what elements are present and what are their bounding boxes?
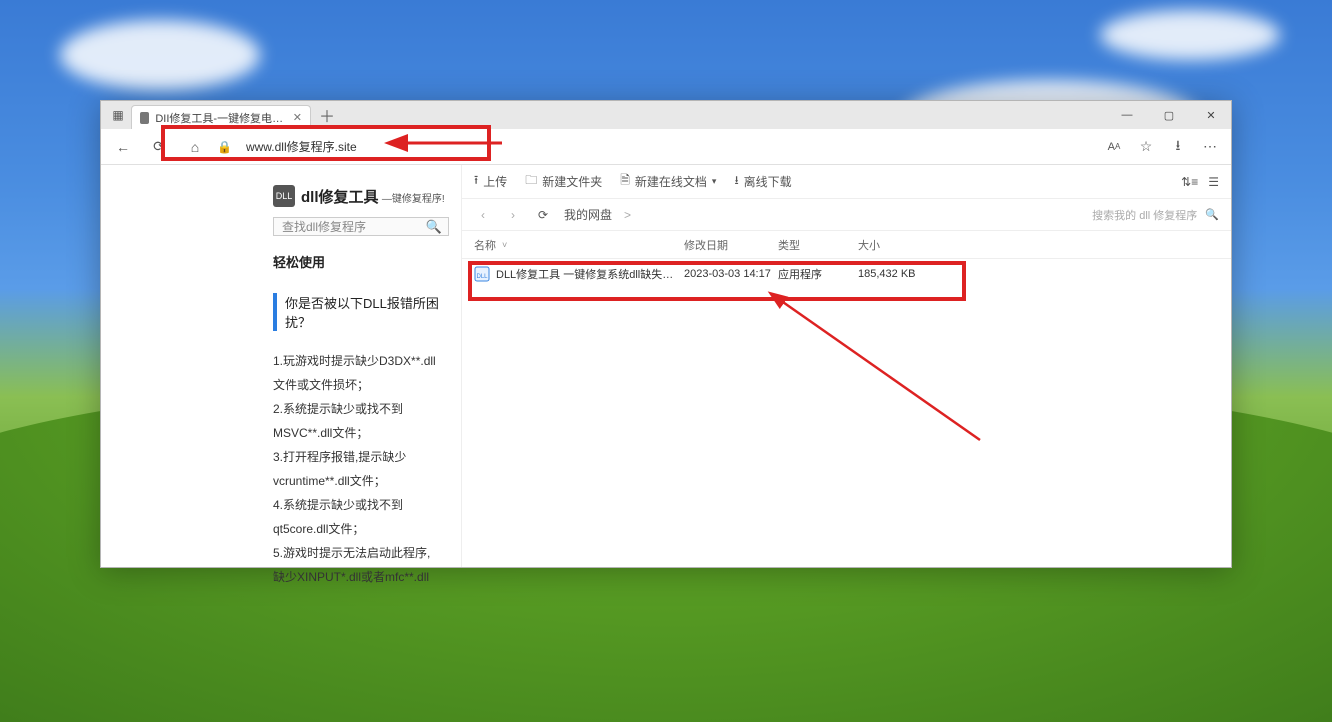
file-search-placeholder: 搜索我的 dll 修复程序 xyxy=(1092,207,1197,223)
sidebar-search-placeholder: 查找dll修复程序 xyxy=(282,218,366,235)
col-header-date[interactable]: 修改日期 xyxy=(684,237,778,253)
list-item: 2.系统提示缺少或找不到 xyxy=(273,397,449,421)
breadcrumb-bar: ‹ › ⟳ 我的网盘 > 搜索我的 dll 修复程序 🔍 xyxy=(462,199,1231,231)
url-box[interactable]: 🔒 www.dll修复程序.site xyxy=(217,133,357,161)
close-window-button[interactable]: ✕ xyxy=(1191,101,1231,129)
home-button[interactable]: ⌂ xyxy=(181,133,209,161)
file-type-icon: DLL xyxy=(474,266,490,282)
list-item: 4.系统提示缺少或找不到 xyxy=(273,493,449,517)
favicon-icon xyxy=(140,112,149,124)
file-size: 185,432 KB xyxy=(858,268,948,280)
browser-tab[interactable]: DII修复工具-一键修复电脑丢失D… ✕ xyxy=(131,105,311,129)
file-panel: ⭱ 上传 🗀 新建文件夹 🗎 新建在线文档 ▾ ⭳ 离线下载 ⇅≡ xyxy=(461,165,1231,567)
menu-button[interactable]: ⋯ xyxy=(1197,133,1223,161)
nav-back-button[interactable]: ‹ xyxy=(474,208,492,222)
back-button[interactable]: ← xyxy=(109,133,137,161)
downloads-button[interactable]: ⭳ xyxy=(1165,133,1191,161)
nav-forward-button[interactable]: › xyxy=(504,208,522,222)
logo-row: DLL dll修复工具 —键修复程序! xyxy=(273,185,449,207)
tabs-overview-icon[interactable]: ▦ xyxy=(109,106,127,124)
view-sort-button[interactable]: ⇅≡ xyxy=(1181,175,1198,189)
file-date: 2023-03-03 14:17 xyxy=(684,268,778,280)
list-item: MSVC**.dll文件； xyxy=(273,421,449,445)
minimize-button[interactable]: — xyxy=(1107,101,1147,129)
sidebar-section-easy-use: 轻松使用 xyxy=(273,252,449,271)
upload-icon: ⭱ xyxy=(474,171,478,192)
maximize-button[interactable]: ▢ xyxy=(1149,101,1189,129)
list-item: qt5core.dll文件； xyxy=(273,517,449,541)
file-type: 应用程序 xyxy=(778,266,858,282)
search-icon: 🔍 xyxy=(426,219,442,235)
document-icon: 🗎 xyxy=(620,171,630,192)
address-bar-row: ← ⟳ ⌂ 🔒 www.dll修复程序.site AA ☆ ⭳ ⋯ xyxy=(101,129,1231,165)
logo-icon: DLL xyxy=(273,185,295,207)
breadcrumb-sep: > xyxy=(624,208,631,222)
favorite-button[interactable]: ☆ xyxy=(1133,133,1159,161)
breadcrumb-root[interactable]: 我的网盘 xyxy=(564,206,612,223)
refresh-button[interactable]: ⟳ xyxy=(145,133,173,161)
download-icon: ⭳ xyxy=(734,171,738,192)
close-tab-icon[interactable]: ✕ xyxy=(293,111,302,124)
new-folder-button[interactable]: 🗀 新建文件夹 xyxy=(525,171,602,192)
file-toolbar: ⭱ 上传 🗀 新建文件夹 🗎 新建在线文档 ▾ ⭳ 离线下载 ⇅≡ xyxy=(462,165,1231,199)
list-item: 缺少XINPUT*.dll或者mfc**.dll xyxy=(273,565,449,589)
list-item: 3.打开程序报错,提示缺少 xyxy=(273,445,449,469)
logo-title: dll修复工具 xyxy=(301,189,379,206)
nav-refresh-button[interactable]: ⟳ xyxy=(534,208,552,222)
new-online-doc-label: 新建在线文档 xyxy=(635,173,707,190)
new-tab-button[interactable]: ＋ xyxy=(315,103,339,127)
file-row[interactable]: DLL DLL修复工具 一键修复系统dll缺失问题… 2023-03-03 14… xyxy=(462,259,1231,289)
list-item: 1.玩游戏时提示缺少D3DX**.dll xyxy=(273,349,449,373)
search-icon[interactable]: 🔍 xyxy=(1205,208,1219,221)
sidebar-search-input[interactable]: 查找dll修复程序 🔍 xyxy=(273,217,449,236)
col-header-size[interactable]: 大小 xyxy=(858,237,948,253)
logo-subtitle: —键修复程序! xyxy=(382,194,445,205)
file-name: DLL修复工具 一键修复系统dll缺失问题… xyxy=(496,266,676,282)
sort-indicator-icon: ˅ xyxy=(502,240,507,250)
sidebar: DLL dll修复工具 —键修复程序! 查找dll修复程序 🔍 轻松使用 你是否… xyxy=(261,165,461,567)
col-header-name[interactable]: 名称 ˅ xyxy=(474,237,684,253)
tab-strip: ▦ DII修复工具-一键修复电脑丢失D… ✕ ＋ — ▢ ✕ xyxy=(101,101,1231,129)
view-list-button[interactable]: ☰ xyxy=(1208,175,1219,189)
column-headers: 名称 ˅ 修改日期 类型 大小 xyxy=(462,231,1231,259)
left-gutter xyxy=(101,165,261,567)
sidebar-issue-list: 1.玩游戏时提示缺少D3DX**.dll 文件或文件损坏； 2.系统提示缺少或找… xyxy=(273,349,449,589)
new-online-doc-button[interactable]: 🗎 新建在线文档 ▾ xyxy=(620,171,716,192)
sidebar-question-heading: 你是否被以下DLL报错所困扰？ xyxy=(273,293,449,331)
chevron-down-icon: ▾ xyxy=(712,176,717,187)
upload-label: 上传 xyxy=(483,173,507,190)
content-area: DLL dll修复工具 —键修复程序! 查找dll修复程序 🔍 轻松使用 你是否… xyxy=(101,165,1231,567)
upload-button[interactable]: ⭱ 上传 xyxy=(474,171,507,192)
list-item: 5.游戏时提示无法启动此程序, xyxy=(273,541,449,565)
list-item: vcruntime**.dll文件； xyxy=(273,469,449,493)
new-folder-label: 新建文件夹 xyxy=(542,173,602,190)
svg-text:DLL: DLL xyxy=(476,274,488,280)
col-header-type[interactable]: 类型 xyxy=(778,237,858,253)
window-controls: — ▢ ✕ xyxy=(1107,101,1231,129)
lock-icon: 🔒 xyxy=(217,140,232,154)
browser-window: ▦ DII修复工具-一键修复电脑丢失D… ✕ ＋ — ▢ ✕ ← ⟳ ⌂ 🔒 w… xyxy=(100,100,1232,568)
list-item: 文件或文件损坏； xyxy=(273,373,449,397)
offline-download-button[interactable]: ⭳ 离线下载 xyxy=(734,171,791,192)
offline-download-label: 离线下载 xyxy=(744,173,792,190)
folder-plus-icon: 🗀 xyxy=(525,171,537,192)
url-text: www.dll修复程序.site xyxy=(240,138,357,155)
text-size-button[interactable]: AA xyxy=(1101,133,1127,161)
tab-title: DII修复工具-一键修复电脑丢失D… xyxy=(155,110,286,126)
